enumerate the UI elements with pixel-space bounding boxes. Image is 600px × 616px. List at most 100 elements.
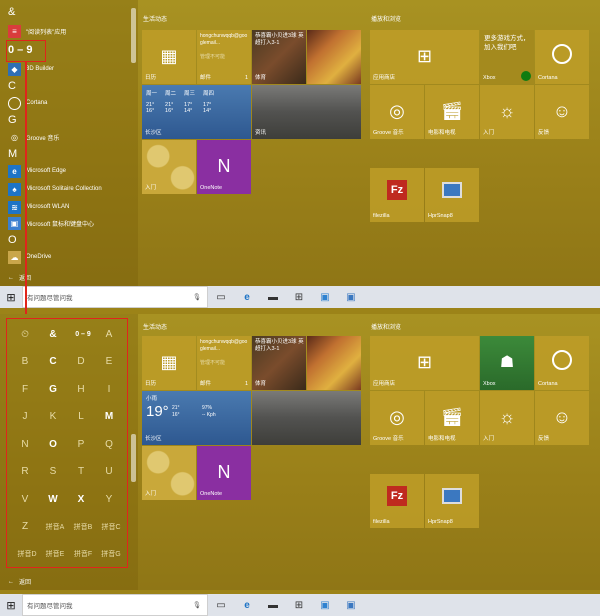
wlan-icon: ≋ <box>8 200 21 214</box>
reading-list-icon: ≡ <box>8 24 21 38</box>
tile-weather[interactable]: 周一 21° 16° 周二 21° 16° 周三 17° 14° 周四 17° 14° 长沙区 <box>142 85 251 139</box>
task-view-icon[interactable]: ▭ <box>208 286 234 308</box>
store-icon[interactable]: ⊞ <box>286 286 312 308</box>
tile-store[interactable]: ⊞ 应用商店 <box>370 30 479 84</box>
tile-sports[interactable]: 恭喜霸小贝进3球 英超打入3-1 体育 <box>252 336 306 390</box>
app-edge[interactable]: e Microsoft Edge <box>8 162 132 180</box>
tile-store[interactable]: ⊞ 应用商店 <box>370 336 479 390</box>
section-play: 播放和浏览 <box>371 325 402 331</box>
store-icon[interactable]: ⊞ <box>286 594 312 616</box>
app-cortana[interactable]: Cortana <box>8 94 132 112</box>
section-play: 播放和浏览 <box>371 17 402 23</box>
tile-filezilla[interactable]: Fz filezilla <box>370 474 424 528</box>
app-mouse-keyboard[interactable]: ▣ Microsoft 鼠标和键盘中心 <box>8 214 132 232</box>
start-menu-top: & ≡ "阅读列表"应用 0 – 9 ◆ 3D Builder C Cortana … <box>0 0 600 286</box>
tile-xbox[interactable]: ☗ Xbox <box>480 336 534 390</box>
highlight-box <box>6 40 46 62</box>
tile-onenote[interactable]: N OneNote <box>197 140 251 194</box>
app-icon[interactable]: ▣ <box>312 594 338 616</box>
app-3d-builder[interactable]: ◆ 3D Builder <box>8 60 132 78</box>
feedback-icon: ☺ <box>552 101 572 122</box>
file-explorer-icon[interactable]: ▬ <box>260 286 286 308</box>
wind-icon: -- Kph <box>202 412 216 418</box>
tile-mail[interactable]: hongchunwqqb@googlemail... 管理不可能 邮件 1 <box>197 30 251 84</box>
tile-groove[interactable]: ◎ Groove 音乐 <box>370 85 424 139</box>
tile-photo[interactable] <box>307 30 361 84</box>
lightbulb-icon: ☼ <box>498 101 516 122</box>
film-icon: 🎬︎ <box>440 101 464 122</box>
tile-movies[interactable]: 🎬︎ 电影和电视 <box>425 85 479 139</box>
app-groove[interactable]: ◎ Groove 音乐 <box>8 128 132 146</box>
group-header-m[interactable]: M <box>8 148 17 160</box>
back-button[interactable]: ←返回 <box>8 577 31 587</box>
jump-highlight-box <box>6 318 128 568</box>
microphone-icon[interactable]: 🎙︎ <box>193 601 207 609</box>
humidity-icon: 97% <box>202 405 213 411</box>
group-header-c[interactable]: C <box>8 80 16 92</box>
tile-tips[interactable]: ☼ 入门 <box>480 85 534 139</box>
tile-xbox[interactable]: 更多游戏方式，加入我们吧 Xbox <box>480 30 534 84</box>
tile-feedback[interactable]: ☺ 反馈 <box>535 391 589 445</box>
3d-builder-icon: ◆ <box>8 62 21 76</box>
calendar-icon: ▦ <box>160 46 178 67</box>
cortana-icon <box>8 96 21 110</box>
tile-cortana[interactable]: Cortana <box>535 30 589 84</box>
tile-weather[interactable]: 小雨 19° 21° 16° 97% -- Kph 长沙区 <box>142 391 251 445</box>
app-solitaire[interactable]: ♠ Microsoft Solitaire Collection <box>8 180 132 198</box>
task-view-icon[interactable]: ▭ <box>208 594 234 616</box>
tile-onenote[interactable]: N OneNote <box>197 446 251 500</box>
app-reading-list[interactable]: ≡ "阅读列表"应用 <box>8 22 132 40</box>
store-icon: ⊞ <box>416 352 433 373</box>
tile-hprsnap[interactable]: HprSnap8 <box>425 168 479 222</box>
tile-mail[interactable]: hongchunwqqb@googlemail... 管理不可能 邮件 1 <box>197 336 251 390</box>
tile-groove[interactable]: ◎ Groove 音乐 <box>370 391 424 445</box>
back-button[interactable]: ←返回 <box>8 273 31 283</box>
section-life: 生活动态 <box>143 325 168 331</box>
file-explorer-icon[interactable]: ▬ <box>260 594 286 616</box>
microphone-icon[interactable]: 🎙︎ <box>193 293 207 301</box>
tile-photo[interactable] <box>307 336 361 390</box>
group-header-o[interactable]: O <box>8 234 17 246</box>
tile-news[interactable]: 资讯 <box>252 85 361 139</box>
search-box[interactable]: 有问题尽管问我 🎙︎ <box>22 286 208 308</box>
section-life: 生活动态 <box>143 17 168 23</box>
tile-calendar[interactable]: ▦ 日历 <box>142 336 196 390</box>
xbox-characters-icon: ☗ <box>499 354 515 372</box>
edge-icon[interactable]: e <box>234 594 260 616</box>
hprsnap-icon[interactable]: ▣ <box>338 286 364 308</box>
edge-icon: e <box>8 164 21 178</box>
group-header-g[interactable]: G <box>8 114 17 126</box>
taskbar: ⊞ 有问题尽管问我 🎙︎ ▭ e ▬ ⊞ ▣ ▣ <box>0 594 600 616</box>
tile-cortana[interactable]: Cortana <box>535 336 589 390</box>
tile-movies[interactable]: 🎬︎ 电影和电视 <box>425 391 479 445</box>
hprsnap-icon[interactable]: ▣ <box>338 594 364 616</box>
tile-news[interactable] <box>252 391 361 445</box>
onenote-icon: N <box>217 156 231 177</box>
group-header-amp[interactable]: & <box>8 6 15 18</box>
onenote-icon: N <box>217 462 231 483</box>
taskbar: ⊞ 有问题尽管问我 🎙︎ ▭ e ▬ ⊞ ▣ ▣ <box>0 286 600 308</box>
tile-sports[interactable]: 恭喜霸小贝进3球 英超打入3-1 体育 <box>252 30 306 84</box>
edge-icon[interactable]: e <box>234 286 260 308</box>
tile-feedback[interactable]: ☺ 反馈 <box>535 85 589 139</box>
groove-icon: ◎ <box>389 101 405 122</box>
app-icon[interactable]: ▣ <box>312 286 338 308</box>
tile-tips[interactable]: ☼ 入门 <box>480 391 534 445</box>
start-button[interactable]: ⊞ <box>0 594 22 616</box>
tile-calendar[interactable]: ▦ 日历 <box>142 30 196 84</box>
weather-forecast: 周一 21° 16° 周二 21° 16° 周三 17° 14° 周四 17° 14° <box>146 91 215 114</box>
tile-getstarted[interactable]: 入门 <box>142 140 196 194</box>
app-onedrive[interactable]: ☁ OneDrive <box>8 248 132 266</box>
tile-filezilla[interactable]: Fz filezilla <box>370 168 424 222</box>
scrollbar[interactable] <box>131 434 136 482</box>
start-button[interactable]: ⊞ <box>0 286 22 308</box>
lightbulb-icon: ☼ <box>498 407 516 428</box>
mouse-icon: ▣ <box>8 216 21 230</box>
scrollbar[interactable] <box>131 8 136 63</box>
film-icon: 🎬︎ <box>440 407 464 428</box>
store-icon: ⊞ <box>416 46 433 67</box>
tile-getstarted[interactable]: 入门 <box>142 446 196 500</box>
tile-hprsnap[interactable]: HprSnap8 <box>425 474 479 528</box>
search-box[interactable]: 有问题尽管问我 🎙︎ <box>22 594 208 616</box>
hprsnap-icon <box>442 182 462 198</box>
